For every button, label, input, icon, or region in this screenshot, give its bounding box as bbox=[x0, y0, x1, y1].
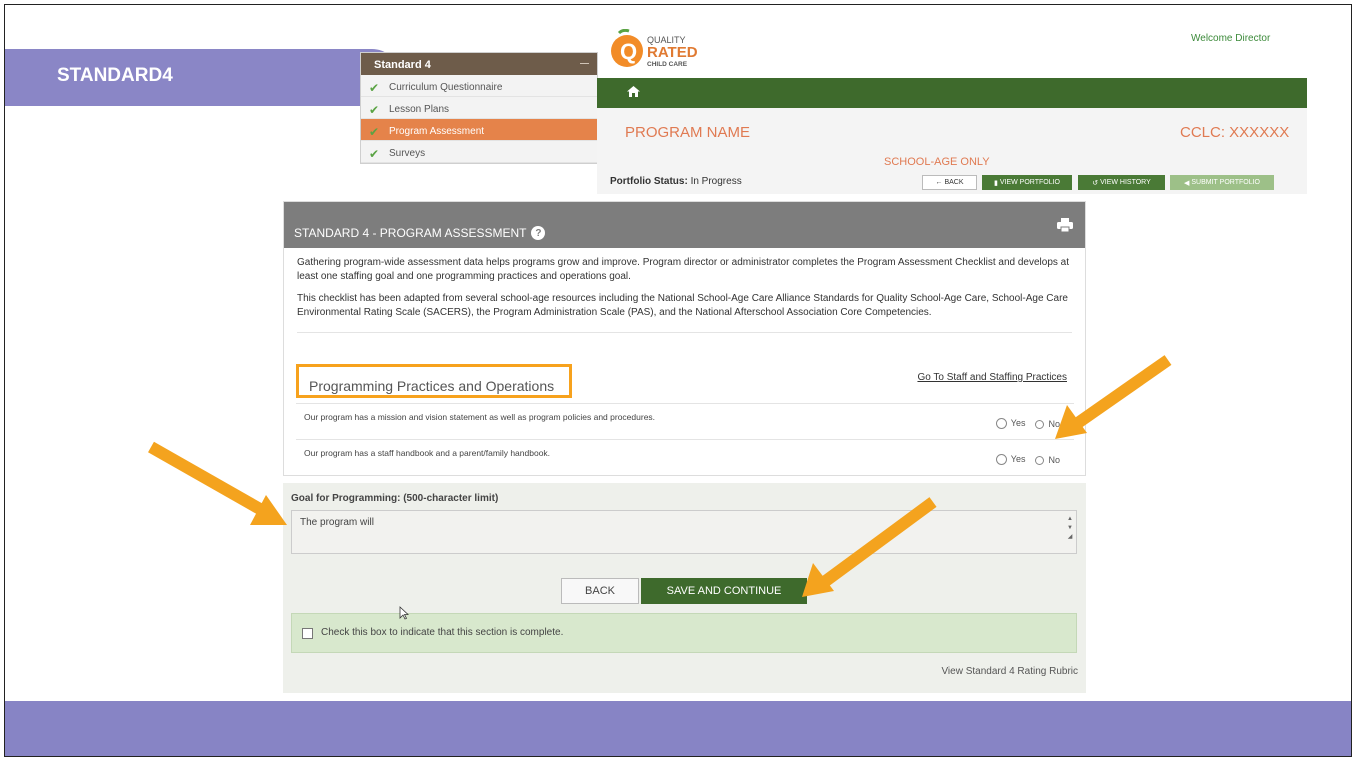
annotation-arrows bbox=[148, 355, 1172, 597]
arrow-to-goal-box bbox=[148, 441, 287, 525]
arrow-to-radio-options bbox=[1055, 355, 1172, 439]
slide: STANDARD4 Standard 4 — ✔ Curriculum Ques… bbox=[4, 4, 1352, 757]
arrow-to-save-button bbox=[802, 497, 937, 597]
slide-footer-band bbox=[5, 701, 1351, 756]
